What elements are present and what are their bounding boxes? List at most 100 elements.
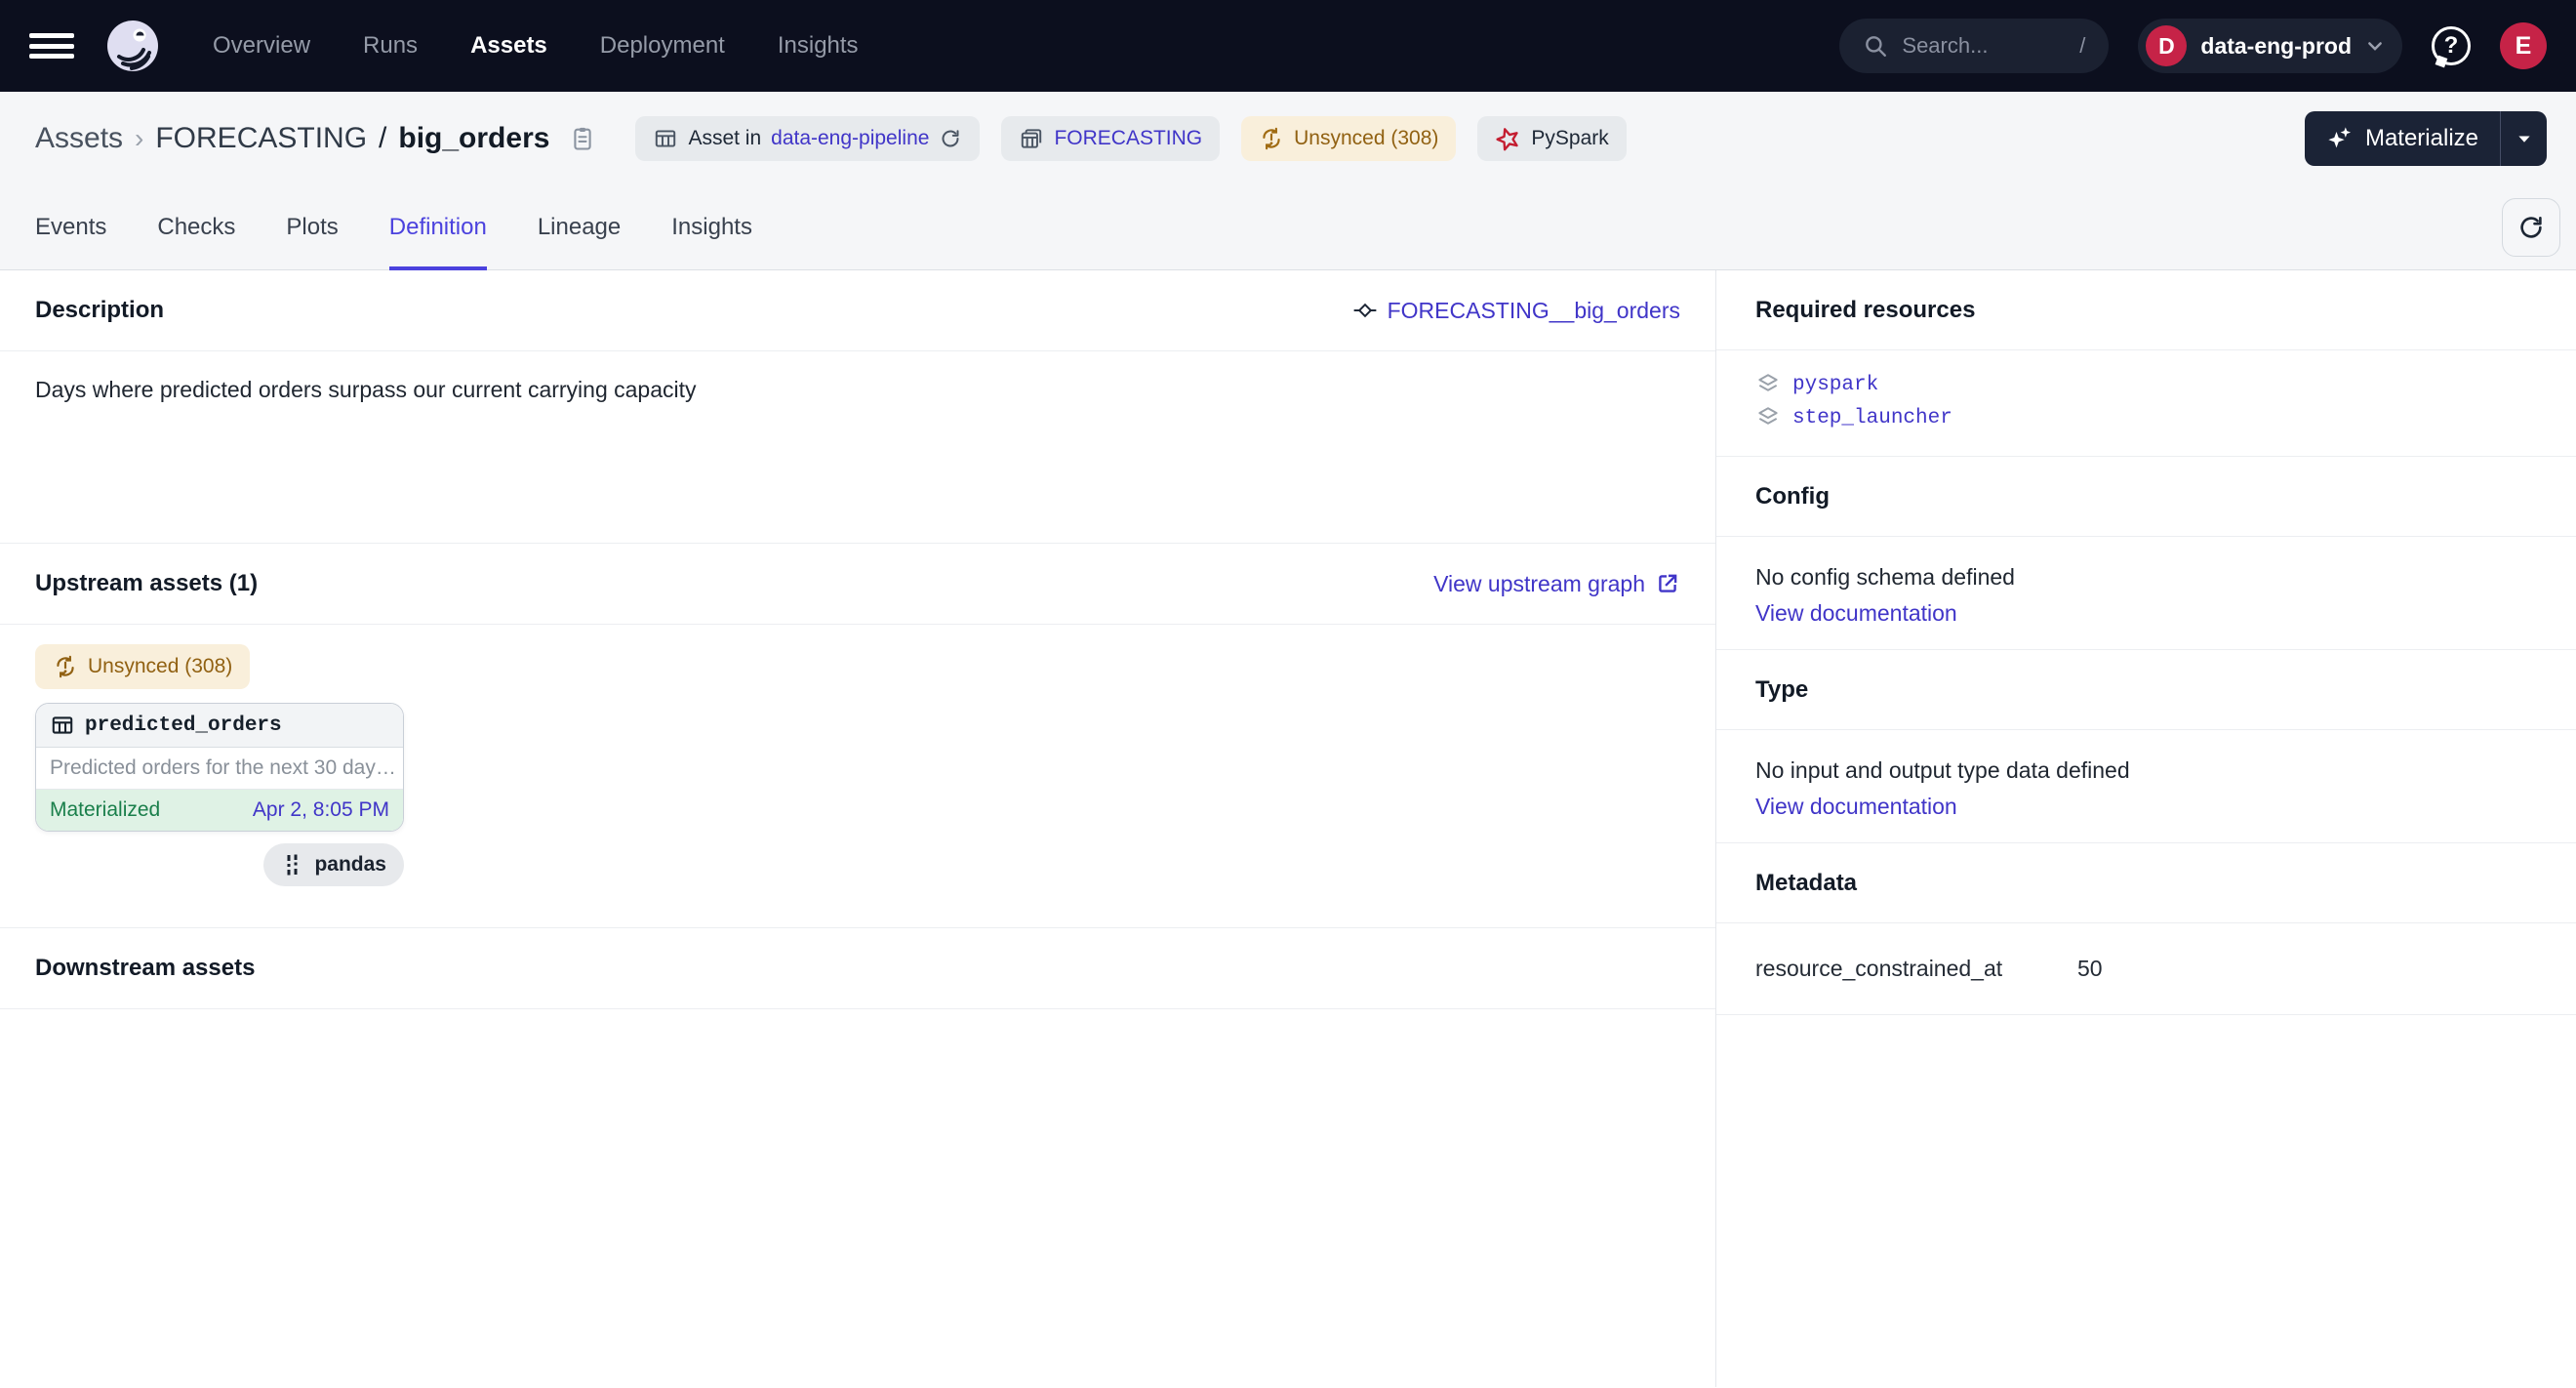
materialized-status: Materialized [50,798,160,822]
spark-logo-icon [1495,126,1521,152]
section-title: Metadata [1755,870,1857,897]
layers-icon [1755,372,1781,397]
nav-item-insights[interactable]: Insights [778,32,859,60]
unsynced-label: Unsynced (308) [1294,127,1438,150]
refresh-icon[interactable] [939,127,962,150]
compute-kind-label: pandas [314,853,386,877]
tag-asset-in-pipeline: Asset in data-eng-pipeline [635,116,980,161]
resource-link-step-launcher[interactable]: step_launcher [1792,407,1952,429]
search-input[interactable]: Search... / [1839,19,2109,73]
dagster-logo-icon[interactable] [107,20,158,71]
upstream-asset-card[interactable]: predicted_orders Predicted orders for th… [35,703,404,832]
asset-group-icon [1019,126,1044,151]
section-title: Required resources [1755,297,1975,324]
tag-compute-kind-pyspark: PySpark [1477,116,1626,161]
metadata-key: resource_constrained_at [1755,956,2077,982]
asset-card-status-row: Materialized Apr 2, 8:05 PM [36,790,403,831]
tag-asset-group[interactable]: FORECASTING [1001,116,1220,161]
resource-row: step_launcher [1755,405,2537,430]
search-shortcut-hint: / [2079,33,2085,59]
section-title: Description [35,297,164,324]
tab-definition[interactable]: Definition [389,185,487,269]
section-title: Type [1755,676,1808,704]
tag-unsynced[interactable]: Unsynced (308) [1241,116,1456,161]
asset-page-header: Assets › FORECASTING / big_orders [0,92,2576,270]
metadata-value: 50 [2077,956,2103,982]
hamburger-menu-icon[interactable] [29,29,74,62]
tab-events[interactable]: Events [35,185,106,269]
refresh-icon [2516,213,2546,242]
compute-kind-row: pandas [35,843,404,886]
pipeline-link[interactable]: data-eng-pipeline [771,127,929,150]
table-icon [50,713,75,738]
view-upstream-graph-label: View upstream graph [1433,571,1645,597]
config-view-documentation-link[interactable]: View documentation [1755,600,2537,627]
pandas-logo-icon [281,853,304,877]
asset-card-name: predicted_orders [85,714,282,737]
breadcrumb-group-link[interactable]: FORECASTING [155,122,367,155]
external-link-icon [1655,571,1680,596]
asset-tabs-row: Events Checks Plots Definition Lineage I… [0,185,2576,270]
nav-item-assets[interactable]: Assets [470,32,547,60]
help-icon[interactable]: ? [2432,26,2471,65]
upstream-unsynced-label: Unsynced (308) [88,655,232,678]
asset-tags: Asset in data-eng-pipeline [635,116,1626,161]
primary-nav: Overview Runs Assets Deployment Insights [213,32,859,60]
resource-link-pyspark[interactable]: pyspark [1792,374,1878,396]
upstream-assets-body: Unsynced (308) predicted_orders Predicte… [0,625,1715,928]
tab-label: Events [35,214,106,241]
deployment-badge: D [2146,25,2187,66]
materialize-label: Materialize [2365,125,2478,152]
type-empty-text: No input and output type data defined [1755,757,2130,783]
materialize-split-button: Materialize [2305,111,2547,166]
type-header: Type [1716,650,2576,730]
tab-checks[interactable]: Checks [157,185,235,269]
breadcrumb-row: Assets › FORECASTING / big_orders [0,92,2576,185]
user-avatar[interactable]: E [2500,22,2547,69]
sync-warning-icon [53,654,78,679]
tab-label: Plots [286,214,338,241]
required-resources-header: Required resources [1716,270,2576,350]
job-link-label: FORECASTING__big_orders [1388,298,1680,324]
metadata-row: resource_constrained_at 50 [1716,923,2576,1015]
refresh-page-button[interactable] [2502,198,2560,257]
config-header: Config [1716,457,2576,537]
nav-item-runs[interactable]: Runs [363,32,418,60]
materialize-button[interactable]: Materialize [2305,111,2500,166]
job-link[interactable]: FORECASTING__big_orders [1352,298,1680,324]
section-title: Downstream assets [35,955,255,982]
breadcrumb-assets-link[interactable]: Assets [35,122,123,155]
compute-kind-label: PySpark [1531,127,1608,150]
topnav-right: Search... / D data-eng-prod ? E [1839,19,2547,73]
config-body: No config schema defined View documentat… [1716,537,2576,650]
metadata-header: Metadata [1716,843,2576,923]
downstream-section-header: Downstream assets [0,928,1715,1009]
search-icon [1863,33,1888,59]
tab-label: Insights [671,214,752,241]
deployment-switcher[interactable]: D data-eng-prod [2138,19,2402,73]
definition-sidebar: Required resources pyspark [1716,270,2576,1387]
materialization-timestamp-link[interactable]: Apr 2, 8:05 PM [253,798,389,822]
description-text: Days where predicted orders surpass our … [0,351,1715,544]
tab-label: Definition [389,214,487,241]
copy-asset-name-icon[interactable] [569,125,596,152]
section-title: Config [1755,483,1830,510]
resource-row: pyspark [1755,372,2537,397]
upstream-unsynced-tag[interactable]: Unsynced (308) [35,644,250,689]
tab-plots[interactable]: Plots [286,185,338,269]
tab-insights[interactable]: Insights [671,185,752,269]
materialize-options-button[interactable] [2500,111,2547,166]
search-placeholder: Search... [1902,33,1988,59]
required-resources-list: pyspark step_launcher [1716,350,2576,457]
nav-item-overview[interactable]: Overview [213,32,310,60]
tab-label: Lineage [538,214,621,241]
type-view-documentation-link[interactable]: View documentation [1755,794,2537,820]
tab-lineage[interactable]: Lineage [538,185,621,269]
nav-item-deployment[interactable]: Deployment [600,32,725,60]
compute-kind-tag-pandas: pandas [263,843,404,886]
view-upstream-graph-link[interactable]: View upstream graph [1433,571,1680,597]
breadcrumb: Assets › FORECASTING / big_orders [35,122,596,155]
page-title: big_orders [398,122,549,155]
section-title: Upstream assets (1) [35,570,258,597]
tab-label: Checks [157,214,235,241]
